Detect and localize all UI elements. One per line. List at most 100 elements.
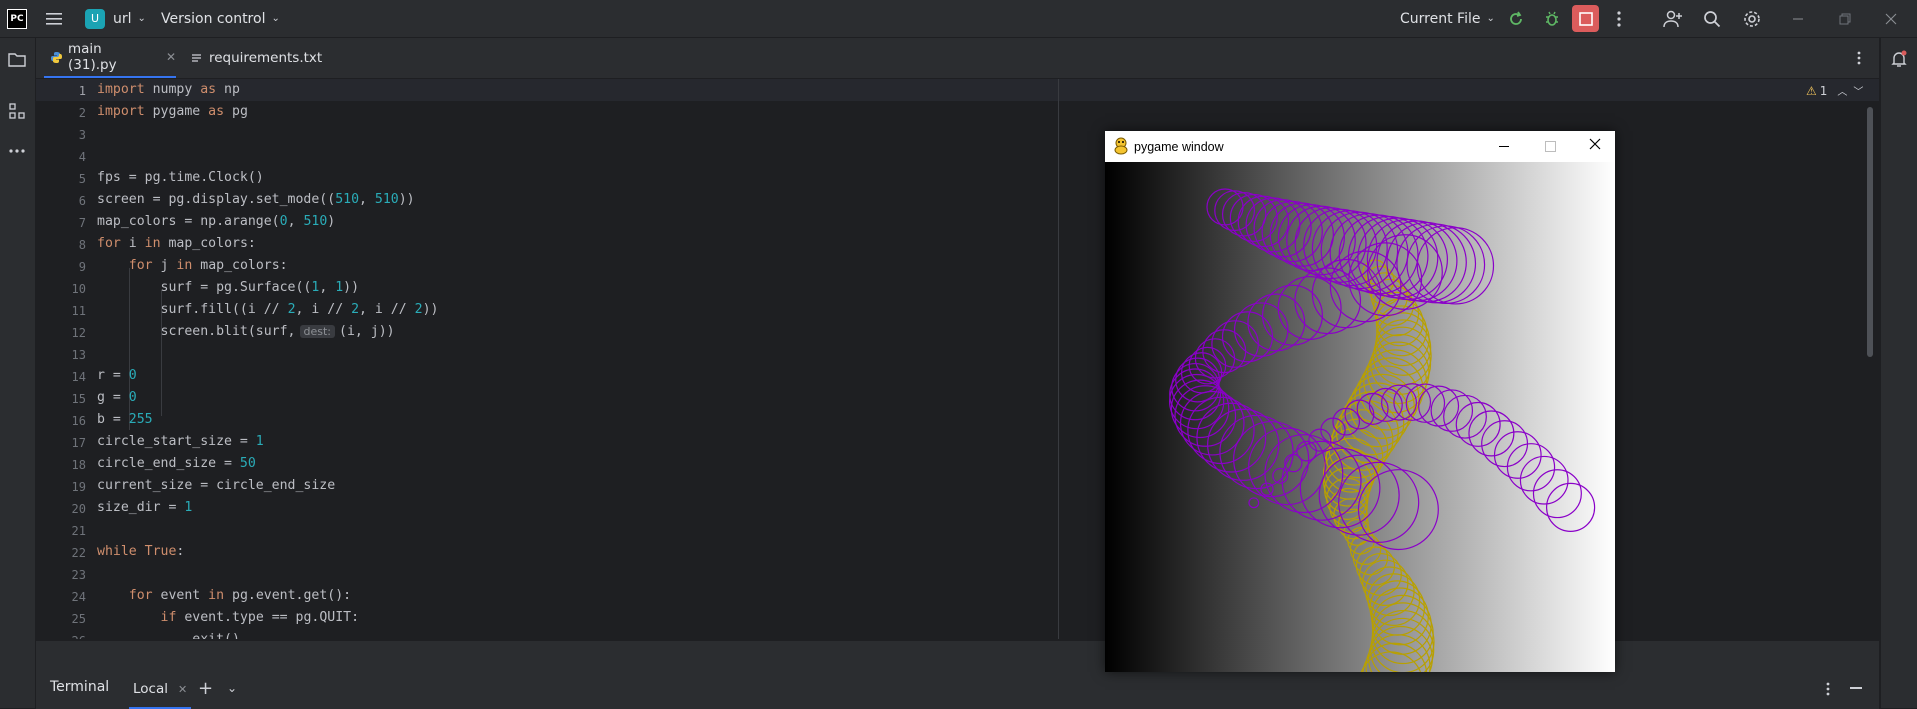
gear-icon[interactable] [1741, 8, 1763, 30]
trail-circle [1370, 587, 1429, 646]
circle-spiral-drawing [1168, 188, 1596, 672]
chevron-down-icon[interactable]: ⌄ [227, 681, 237, 695]
line-number: 2 [78, 106, 86, 120]
tab-label: Local [133, 681, 168, 697]
project-folder-icon[interactable] [6, 49, 28, 71]
line-number: 12 [71, 326, 86, 340]
right-tool-strip [1880, 38, 1917, 708]
tab-label: main (31).py [68, 41, 117, 73]
maximize-icon[interactable] [1545, 141, 1556, 152]
trail-circle [1519, 455, 1569, 505]
line-number: 9 [78, 260, 86, 274]
project-badge: U [85, 8, 105, 29]
line-number: 26 [36, 634, 86, 639]
line-number: 13 [71, 348, 86, 362]
trail-circle [1493, 431, 1542, 479]
add-user-icon[interactable] [1662, 8, 1684, 30]
pygame-canvas[interactable] [1105, 162, 1615, 672]
close-icon[interactable] [1880, 8, 1902, 30]
project-selector[interactable]: U url ⌄ [85, 0, 146, 37]
close-tab-icon[interactable]: ✕ [166, 50, 176, 64]
line-number: 14 [71, 370, 86, 384]
code-line-1: import numpy as np [97, 82, 240, 97]
minimize-icon[interactable] [1787, 8, 1809, 30]
code-line-8: for i in map_colors: [97, 236, 256, 251]
trail-circle [1169, 368, 1222, 421]
tab-label: requirements.txt [209, 50, 323, 66]
line-number: 6 [78, 194, 86, 208]
trail-circle [1233, 302, 1289, 357]
tab-requirements[interactable]: requirements.txt [190, 38, 322, 78]
restore-icon[interactable] [1834, 8, 1856, 30]
code-line-24: for event in pg.event.get(): [128, 588, 352, 603]
logo-text: PC [10, 14, 24, 24]
line-number: 22 [71, 546, 86, 560]
notifications-icon[interactable] [1888, 48, 1910, 70]
line-number: 3 [78, 128, 86, 142]
code-line-14: r = 0 [97, 368, 137, 383]
chevron-down-icon[interactable]: ﹀ [1853, 83, 1863, 98]
trail-circle [1430, 389, 1474, 432]
line-number: 10 [71, 282, 86, 296]
trail-circle [1248, 497, 1260, 509]
chevron-up-icon[interactable]: ︿ [1837, 83, 1847, 98]
pycharm-logo[interactable]: PC [7, 9, 27, 29]
code-line-17: circle_start_size = 1 [97, 434, 264, 449]
pygame-snake-icon [1113, 137, 1129, 155]
tab-options-icon[interactable] [1849, 48, 1869, 68]
trail-circle [1532, 469, 1582, 519]
trail-circle [1347, 215, 1429, 297]
pygame-window[interactable]: pygame window [1105, 131, 1615, 672]
more-options-icon[interactable] [1826, 681, 1830, 700]
line-number: 16 [71, 414, 86, 428]
code-line-26: exit() [97, 632, 240, 639]
line-number: 18 [71, 458, 86, 472]
trail-circle [1455, 401, 1501, 447]
vertical-scrollbar[interactable] [1867, 107, 1873, 357]
current-line-highlight [36, 79, 1879, 101]
run-config-selector[interactable]: Current File ⌄ [1400, 0, 1495, 37]
code-line-16: b = 255 [97, 412, 153, 427]
trail-circle [1214, 190, 1256, 232]
debug-icon[interactable] [1541, 8, 1563, 30]
line-number: 19 [71, 480, 86, 494]
close-tab-icon[interactable]: ✕ [178, 683, 187, 696]
vcs-selector[interactable]: Version control ⌄ [161, 0, 280, 37]
run-config-label: Current File [1400, 10, 1481, 27]
rerun-icon[interactable] [1505, 8, 1527, 30]
new-terminal-icon[interactable]: + [198, 678, 213, 699]
trail-circle [1546, 482, 1596, 532]
line-number: 5 [78, 172, 86, 186]
trail-circle [1206, 188, 1244, 226]
line-number: 4 [78, 150, 86, 164]
main-menu-icon[interactable] [44, 9, 64, 29]
minimize-icon[interactable] [1499, 146, 1509, 147]
close-icon[interactable] [1589, 138, 1601, 153]
search-icon[interactable] [1701, 8, 1723, 30]
warning-icon: ⚠ [1806, 83, 1817, 98]
line-number: 1 [78, 84, 86, 98]
python-file-icon [50, 51, 63, 64]
tab-local[interactable]: Local ✕ [129, 671, 192, 709]
code-line-19: current_size = circle_end_size [97, 478, 336, 493]
vcs-label: Version control [161, 10, 266, 27]
pygame-titlebar[interactable]: pygame window [1105, 131, 1615, 162]
hide-panel-icon[interactable] [1850, 687, 1862, 689]
chevron-down-icon: ⌄ [1486, 13, 1495, 24]
tool-window-title[interactable]: Terminal [50, 679, 109, 695]
more-tools-icon[interactable] [6, 140, 28, 162]
trail-circle [1443, 394, 1487, 439]
stop-button[interactable] [1572, 5, 1599, 32]
code-line-15: g = 0 [97, 390, 137, 405]
inspection-widget[interactable]: ⚠ 1 ︿ ﹀ [1806, 83, 1863, 99]
tab-main-py[interactable]: main (31).py ✕ [44, 38, 176, 78]
warning-count: 1 [1819, 83, 1828, 98]
trail-circle [1418, 385, 1460, 427]
trail-circle [1396, 223, 1477, 304]
code-line-5: fps = pg.time.Clock() [97, 170, 264, 185]
line-number: 20 [71, 502, 86, 516]
more-actions-icon[interactable] [1608, 8, 1630, 30]
code-line-12: screen.blit(surf, dest: (i, j)) [97, 324, 395, 339]
title-bar: PC U url ⌄ Version control ⌄ Current Fil… [0, 0, 1917, 38]
structure-icon[interactable] [6, 100, 28, 122]
